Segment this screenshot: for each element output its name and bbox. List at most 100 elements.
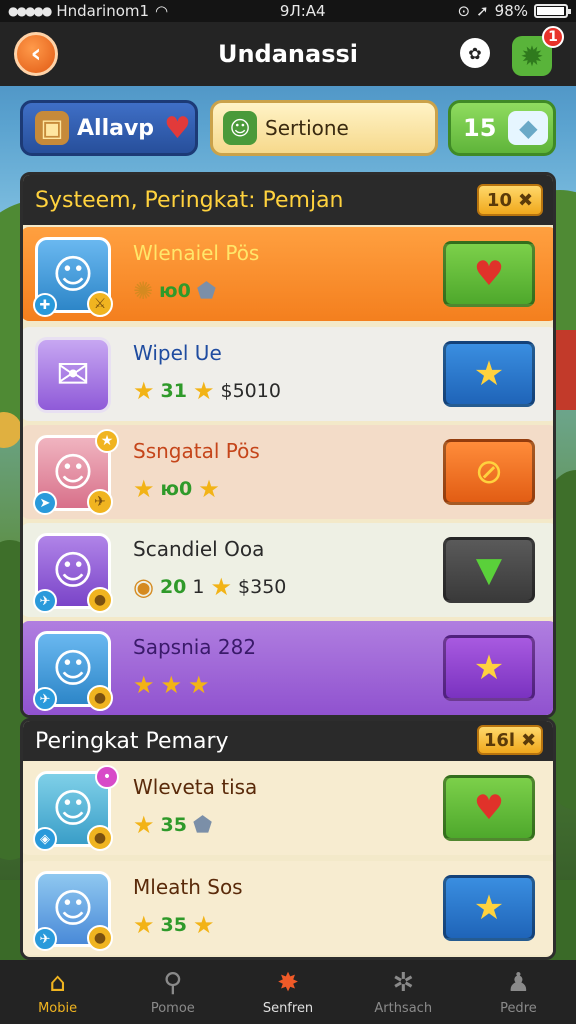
close-icon: ✖ — [521, 729, 537, 751]
nav-item-pedre[interactable]: ♟ Pedre — [461, 960, 576, 1024]
download-button[interactable]: ▼ — [443, 537, 535, 603]
close-button[interactable]: 10 ✖ — [477, 184, 543, 216]
plane-icon: ✈ — [33, 927, 57, 951]
star-badge-icon: ★ — [95, 429, 119, 453]
shield-icon: ⬟ — [196, 278, 216, 304]
star-icon: ★ — [192, 377, 215, 405]
stat-value: 35 — [160, 914, 187, 936]
battery-percent: 9̈8% — [494, 2, 528, 20]
ranking-panel: Systeem, Peringkat: Pemjan 10 ✖ ☺ ✚ ⚔ Wl… — [20, 172, 556, 718]
player-name: Wleveta tisa — [133, 775, 258, 799]
star-icon: ★ — [473, 354, 505, 394]
player-name: Wipel Ue — [133, 341, 222, 365]
nav-item-mobie[interactable]: ⌂ Mobie — [0, 960, 115, 1024]
star-icon: ★ — [133, 811, 155, 839]
tab-label: Sertione — [265, 116, 349, 140]
film-icon: ✲ — [392, 967, 415, 998]
star-icon: ★ — [473, 888, 505, 928]
panel-header: Systeem, Peringkat: Pemjan 10 ✖ — [23, 175, 553, 225]
player-stats: ✺ ю0 ⬟ — [133, 277, 216, 305]
panel-title: Systeem, Peringkat: Pemjan — [35, 187, 344, 213]
list-item[interactable]: ✉ Wipel Ue ★ 31 ★ $5010 ★ — [23, 327, 553, 421]
player-stats: ◉ 20 1 ★ $350 — [133, 573, 286, 601]
coin-icon: ◉ — [133, 573, 154, 601]
star-button[interactable]: ★ — [443, 875, 535, 941]
ranking-panel-2: Peringkat Pemary 16l ✖ ☺ • ◈ ● Wleveta t… — [20, 718, 556, 960]
list-item[interactable]: ☺ ✈ ● Scandiel Ooa ◉ 20 1 ★ $350 ▼ — [23, 523, 553, 617]
carrier-label: Hndarinom1 — [56, 2, 150, 20]
signal-icon: ●●●●● — [8, 4, 52, 18]
tab-allavp[interactable]: ▣ Allavp ♥ — [20, 100, 198, 156]
nav-label: Pedre — [500, 1000, 537, 1016]
badge-count: 10 — [486, 189, 512, 211]
star-icon: ★ — [473, 648, 505, 688]
status-bar: ●●●●● Hndarinom1 ◠ 9Л:А4 ⊙ ➚ 9̈8% — [0, 0, 576, 22]
stat-value: ю0 — [159, 280, 191, 302]
like-button[interactable]: ♥ — [443, 241, 535, 307]
plane-icon: ✈ — [33, 687, 57, 711]
coin-slash-icon: ⊘ — [474, 452, 504, 492]
avatar: ✉ — [35, 337, 111, 413]
coin-icon: ● — [87, 825, 113, 851]
chat-button[interactable]: ✿ — [460, 38, 490, 68]
battery-icon — [534, 4, 571, 18]
star-icon: ★ — [160, 671, 183, 699]
nav-label: Arthsach — [374, 1000, 433, 1016]
nav-label: Senfren — [262, 1000, 314, 1016]
gem-icon: ◆ — [508, 111, 549, 145]
stat-value: 35 — [160, 814, 187, 836]
battery-fill — [537, 7, 565, 15]
player-name: Mleath Sos — [133, 875, 243, 899]
notification-badge: 1 — [542, 26, 564, 48]
nav-label: Pomoe — [150, 1000, 195, 1016]
alarm-icon: ⊙ — [457, 2, 471, 20]
star-icon: ★ — [210, 573, 233, 601]
heart-icon: ♥ — [473, 254, 505, 294]
like-button[interactable]: ♥ — [443, 775, 535, 841]
player-stats: ★ ю0 ★ — [133, 475, 220, 503]
nav-item-pomoe[interactable]: ⚲ Pomoe — [115, 960, 230, 1024]
list-item[interactable]: ☺ ✈ ● Mleath Sos ★ 35 ★ ★ — [23, 861, 553, 955]
top-bar: ‹ Undanassi ✿ ✹ 1 — [0, 22, 576, 86]
close-button[interactable]: 16l ✖ — [477, 725, 543, 755]
down-arrow-icon: ▼ — [475, 550, 503, 590]
list-item[interactable]: ☺ • ◈ ● Wleveta tisa ★ 35 ⬟ ♥ — [23, 761, 553, 855]
star-button[interactable]: ★ — [443, 635, 535, 701]
location-icon: ➚ — [476, 2, 489, 20]
home-icon: ⌂ — [49, 967, 66, 998]
player-stats: ★ 31 ★ $5010 — [133, 377, 281, 405]
shield-icon: ⬟ — [192, 812, 213, 838]
star-button[interactable]: ★ — [443, 341, 535, 407]
clock: 9Л:А4 — [279, 2, 326, 20]
star-icon: ★ — [198, 475, 220, 503]
star-icon: ★ — [133, 671, 155, 699]
stat-value: ю0 — [160, 478, 193, 500]
player-name: Sapsnia 282 — [133, 635, 257, 659]
chat-icon: ✿ — [468, 43, 482, 63]
coin-icon: ● — [87, 587, 113, 613]
coin-icon: ● — [87, 925, 113, 951]
shield-icon: ◈ — [33, 827, 57, 851]
plane-icon: ✈ — [33, 589, 57, 613]
list-item[interactable]: ☺ ★ ➤ ✈ Ssngatal Pös ★ ю0 ★ ⊘ — [23, 425, 553, 519]
badge-count: 16l — [483, 729, 516, 751]
player-stats: ★ ★ ★ — [133, 671, 210, 699]
star-icon: ★ — [133, 911, 155, 939]
gear-coin-icon: ✺ — [133, 277, 154, 305]
player-name: Wlenaiel Pös — [133, 241, 260, 265]
tab-sertione[interactable]: ☺ Sertione — [210, 100, 438, 156]
sword-icon: ⚔ — [87, 291, 113, 317]
list-item[interactable]: ☺ ✚ ⚔ Wlenaiel Pös ✺ ю0 ⬟ ♥ — [23, 227, 553, 321]
nav-item-senfren[interactable]: ✸ Senfren — [230, 960, 345, 1024]
tab-gems[interactable]: 15 ◆ — [448, 100, 556, 156]
heart-icon: ♥ — [473, 788, 505, 828]
list-item[interactable]: ☺ ✈ ● Sapsnia 282 ★ ★ ★ ★ — [23, 621, 553, 715]
coin-button[interactable]: ⊘ — [443, 439, 535, 505]
star-icon: ★ — [188, 671, 210, 699]
player-stats: ★ 35 ★ — [133, 911, 214, 939]
stat-value: 31 — [160, 380, 187, 402]
stat-value-2: 1 — [192, 576, 205, 598]
nav-item-arthsach[interactable]: ✲ Arthsach — [346, 960, 461, 1024]
stat-value: 20 — [159, 576, 187, 598]
star-icon: ★ — [133, 377, 155, 405]
